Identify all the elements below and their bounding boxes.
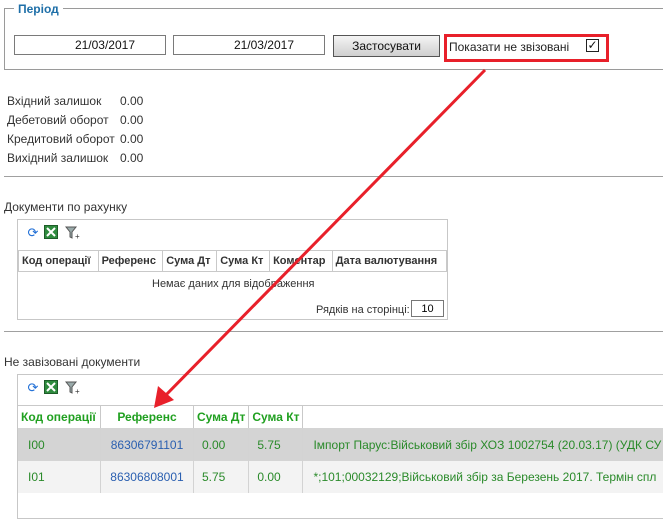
reference-link[interactable]: 86306808001 [100,461,194,493]
filter-icon[interactable]: + [64,381,80,396]
opening-balance-value: 0.00 [120,94,144,108]
account-docs-table: Код операції Референс Сума Дт Сума Кт Ко… [18,250,448,272]
table-row[interactable]: I01 86306808001 5.75 0.00 *;101;00032129… [18,461,663,493]
date-from-input[interactable] [14,35,166,55]
column-header [303,406,663,429]
period-legend: Період [14,2,63,16]
filter-icon[interactable]: + [64,226,80,241]
column-header[interactable]: Референс [100,405,194,428]
comment: *;101;00032129;Військовий збір за Березе… [313,470,657,484]
column-header[interactable]: Дата валютування [331,250,448,272]
unassigned-docs-table: Код операції Референс Сума Дт Сума Кт I0… [18,405,663,493]
account-docs-grid: ⟳ + Код операції Референс Сума Дт Сума К… [17,219,448,320]
closing-balance-label: Вихідний залишок [7,151,109,165]
credit-amount: 5.75 [248,428,304,461]
rows-per-page-input[interactable] [411,300,444,317]
excel-export-icon[interactable] [44,225,58,239]
table-row[interactable]: I00 86306791101 0.00 5.75 Імпорт Парус:В… [18,428,663,461]
debit-turnover-label: Дебетовий оборот [7,113,109,127]
comment: Імпорт Парус:Військовий збір ХОЗ 1002754… [313,437,662,452]
column-header[interactable]: Код операції [18,405,101,428]
divider [4,176,663,177]
credit-turnover-label: Кредитовий оборот [7,132,115,146]
apply-button[interactable]: Застосувати [333,35,440,57]
show-unassigned-checkbox[interactable]: ✓ [586,39,599,52]
empty-message: Немає даних для відображення [152,278,315,290]
debit-amount: 5.75 [193,461,250,493]
operation-code: I01 [18,461,101,493]
divider [4,331,663,332]
refresh-icon[interactable]: ⟳ [26,226,40,240]
table-header-row: Код операції Референс Сума Дт Сума Кт [18,405,663,429]
reference-link[interactable]: 86306791101 [100,428,194,461]
excel-export-icon[interactable] [44,380,58,394]
opening-balance-label: Вхідний залишок [7,94,102,108]
rows-per-page-label: Рядків на сторінці: [316,304,410,316]
credit-amount: 0.00 [248,461,304,493]
debit-amount: 0.00 [193,428,250,461]
svg-text:+: + [75,232,80,240]
refresh-icon[interactable]: ⟳ [26,381,40,395]
unassigned-docs-grid: ⟳ + Код операції Референс Сума Дт Сума К… [17,374,663,519]
column-header[interactable]: Коментар [269,250,333,272]
date-to-input[interactable] [173,35,325,55]
column-header[interactable]: Сума Кт [216,250,271,272]
table-header-row: Код операції Референс Сума Дт Сума Кт Ко… [18,250,448,272]
operation-code: I00 [18,428,101,461]
column-header[interactable]: Код операції [18,250,99,272]
svg-text:+: + [75,387,80,395]
show-unassigned-label: Показати не звізовані [449,40,570,54]
unassigned-docs-title: Не завізовані документи [4,355,141,369]
column-header[interactable]: Сума Дт [193,405,250,428]
column-header[interactable]: Сума Кт [248,405,304,428]
credit-turnover-value: 0.00 [120,132,144,146]
column-header[interactable]: Референс [97,250,164,272]
column-header[interactable]: Сума Дт [162,250,218,272]
closing-balance-value: 0.00 [120,151,144,165]
account-docs-title: Документи по рахунку [4,200,128,214]
debit-turnover-value: 0.00 [120,113,144,127]
